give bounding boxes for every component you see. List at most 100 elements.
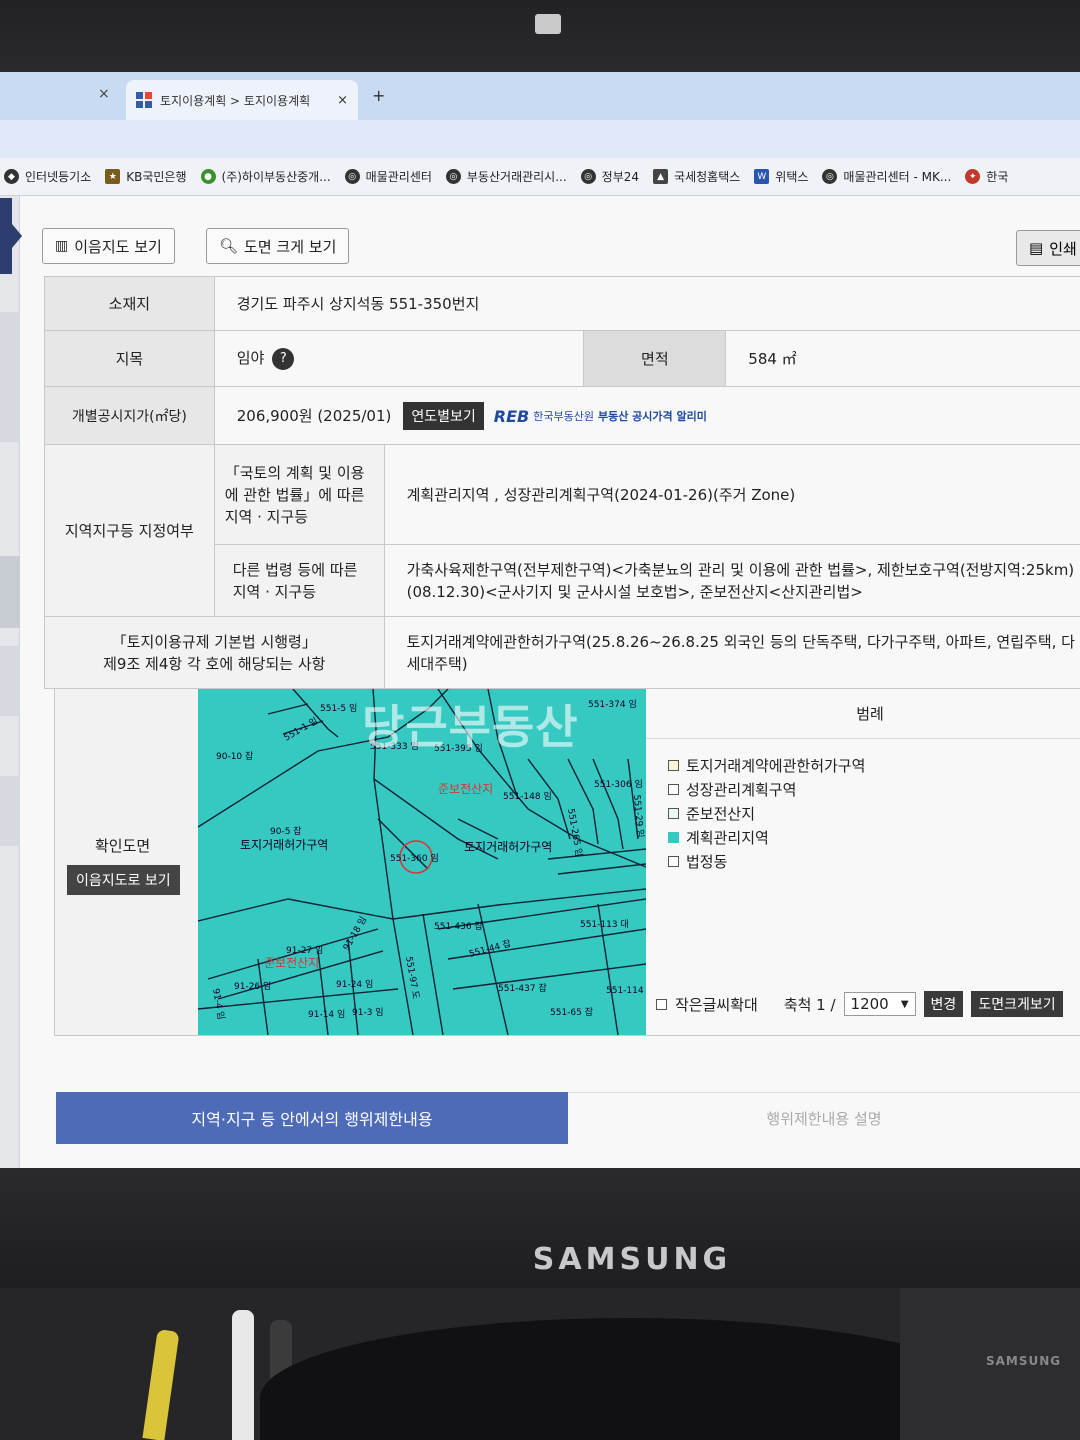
legend-swatch — [668, 831, 679, 843]
small-text-zoom-checkbox[interactable] — [656, 998, 667, 1010]
svg-text:90-10 잡: 90-10 잡 — [216, 750, 253, 762]
svg-text:551-5 임: 551-5 임 — [320, 702, 357, 714]
help-icon[interactable]: ? — [272, 347, 295, 370]
monitor-box: SAMSUNG — [900, 1288, 1080, 1440]
site-favicon-icon — [136, 92, 152, 108]
box-brand-logo: SAMSUNG — [986, 1354, 1062, 1368]
reb-service: 부동산 공시가격 알리미 — [597, 410, 707, 423]
map-reserve-label: 준보전산지 — [438, 782, 493, 796]
other-law-label: 다른 법령 등에 따른 지역 · 지구등 — [213, 544, 385, 617]
photo-frame: × 토지이용계획 > 토지이용계획 × + ◆ 인터넷등기소 ★ KB국민은행 ●(… — [0, 0, 1080, 1440]
scale-change-button[interactable]: 변경 — [923, 991, 964, 1017]
legend-item: 준보전산지 — [668, 801, 865, 825]
previous-tab-close-icon[interactable]: × — [98, 86, 110, 102]
price-value: 206,900원 (2025/01) — [236, 406, 392, 425]
svg-text:91-27 임: 91-27 임 — [286, 944, 323, 956]
globe-icon: ◎ — [822, 169, 838, 184]
map-zone-label: 토지거래허가구역 — [240, 838, 328, 852]
address-bar[interactable] — [0, 120, 1080, 158]
bookmark-item[interactable]: ◎ 정부24 — [580, 168, 639, 185]
bookmark-item[interactable]: ◆ 인터넷등기소 — [4, 168, 91, 185]
bookmark-item[interactable]: ✦ 한국 — [965, 168, 1008, 185]
reb-price-link[interactable]: REB 한국부동산원 부동산 공시가격 알리미 — [494, 407, 707, 426]
map-reserve-label: 준보전산지 — [264, 956, 319, 970]
bookmark-favicon-icon: ✦ — [965, 169, 981, 184]
desk-background: SAMSUNG — [0, 1288, 1080, 1440]
land-map-view-button[interactable]: ▥ 이음지도 보기 — [42, 228, 175, 264]
enforcement-label-1: 「토지이용규제 기본법 시행령」 — [111, 632, 317, 651]
bookmark-favicon-icon: ● — [200, 169, 216, 184]
legend-list: 토지거래계약에관한허가구역 성장관리계획구역 준보전산지 계획관리지역 법정동 — [668, 753, 865, 873]
national-law-value: 계획관리지역 , 성장관리계획구역(2024-01-26)(주거 Zone) — [383, 444, 1080, 545]
svg-text:551-114 대: 551-114 대 — [606, 985, 646, 996]
svg-text:551-360 임: 551-360 임 — [390, 852, 439, 864]
legend-item: 법정동 — [668, 849, 865, 873]
cadastral-map[interactable]: 551-5 임 551-1 임 90-10 잡 551-333 임 551-39… — [198, 689, 646, 1035]
bookmark-item[interactable]: ◎ 부동산거래관리시... — [445, 168, 567, 185]
map-label-cell: 확인도면 이음지도로 보기 — [54, 689, 198, 1035]
enforcement-value: 토지거래계약에관한허가구역(25.8.26~26.8.25 외국인 등의 단독주… — [383, 616, 1080, 689]
yearly-view-button[interactable]: 연도별보기 — [403, 401, 484, 430]
svg-text:91-24 임: 91-24 임 — [336, 978, 373, 990]
legend-item: 계획관리지역 — [668, 825, 865, 849]
view-in-land-map-button[interactable]: 이음지도로 보기 — [67, 865, 180, 895]
map-section-label: 확인도면 — [95, 837, 151, 855]
bookmark-item[interactable]: ▲ 국세청홈택스 — [653, 168, 740, 185]
magnifier-icon: 🔍︎ — [219, 237, 239, 255]
printer-icon: ▤ — [1029, 239, 1044, 257]
map-icon: ▥ — [55, 238, 69, 254]
bookmark-item[interactable]: ★ KB국민은행 — [105, 168, 187, 185]
svg-text:91-26 임: 91-26 임 — [234, 980, 271, 992]
map-legend: 범례 토지거래계약에관한허가구역 성장관리계획구역 준보전산지 계획관리지역 법… — [646, 689, 1080, 1035]
tab-title: 토지이용계획 > 토지이용계획 — [160, 93, 311, 108]
category-row: 지목 임야? 면적 584 ㎡ — [44, 330, 1080, 387]
legend-swatch — [668, 807, 679, 819]
scale-label: 축척 1 / — [783, 995, 836, 1014]
page-content: ▥ 이음지도 보기 🔍︎ 도면 크게 보기 ▤ 인쇄 소재지 경기도 파주시 상… — [0, 196, 1080, 1168]
price-row: 개별공시지가(㎡당) 206,900원 (2025/01) 연도별보기 REB 한국부… — [44, 386, 1080, 445]
reb-org: 한국부동산원 — [533, 410, 594, 423]
globe-icon: ◎ — [445, 169, 461, 184]
svg-text:91-14 임: 91-14 임 — [308, 1008, 345, 1020]
legend-swatch — [668, 783, 679, 795]
map-controls: 작은글씨확대 축척 1 / 1200 ▼ 변경 도면크게보기 — [656, 991, 1063, 1017]
svg-text:551-29 임: 551-29 임 — [631, 794, 646, 838]
side-panel-toggle-icon[interactable] — [0, 198, 22, 274]
svg-text:91-4 임: 91-4 임 — [210, 987, 227, 1020]
globe-icon: ◎ — [580, 169, 596, 184]
new-tab-button[interactable]: + — [372, 86, 385, 105]
legend-swatch — [668, 855, 679, 867]
bookmark-item[interactable]: ● (주)하이부동산중개... — [200, 168, 331, 185]
tab-restriction-content[interactable]: 지역·지구 등 안에서의 행위제한내용 — [56, 1092, 568, 1144]
svg-text:551-306 임: 551-306 임 — [594, 778, 643, 790]
monitor-top-bezel — [0, 0, 1080, 72]
bookmark-item[interactable]: ◎ 매물관리센터 - MK... — [822, 168, 951, 185]
confirm-map-section: 확인도면 이음지도로 보기 551-5 임 551-1 임 90-10 잡 55… — [54, 688, 1080, 1036]
enforcement-row: 「토지이용규제 기본법 시행령」 제9조 제4항 각 호에 해당되는 사항 토지거… — [44, 616, 1080, 689]
legend-item: 성장관리계획구역 — [668, 777, 865, 801]
map-zoom-button[interactable]: 도면크게보기 — [971, 991, 1063, 1017]
svg-text:551-65 잡: 551-65 잡 — [550, 1006, 593, 1018]
price-label: 개별공시지가(㎡당) — [44, 386, 215, 445]
chevron-down-icon: ▼ — [900, 998, 909, 1010]
svg-text:551-437 잡: 551-437 잡 — [498, 982, 547, 994]
browser-tab-bar: × 토지이용계획 > 토지이용계획 × + — [0, 72, 1080, 120]
print-button[interactable]: ▤ 인쇄 — [1016, 230, 1080, 266]
tab-restriction-explanation[interactable]: 행위제한내용 설명 — [568, 1092, 1080, 1144]
bookmark-item[interactable]: ◎ 매물관리센터 — [344, 168, 432, 185]
svg-text:551-436 잡: 551-436 잡 — [434, 920, 483, 932]
monitor-brand-logo: SAMSUNG — [532, 1242, 732, 1277]
national-law-row: 지역지구등 지정여부 「국토의 계획 및 이용에 관한 법률」에 따른 지역 ·… — [44, 444, 1080, 617]
pen — [142, 1329, 180, 1440]
zoom-map-button[interactable]: 🔍︎ 도면 크게 보기 — [206, 228, 350, 264]
monitor-stand — [260, 1318, 1000, 1440]
location-value: 경기도 파주시 상지석동 551-350번지 — [213, 276, 1080, 331]
scale-select[interactable]: 1200 ▼ — [843, 992, 916, 1016]
legend-title: 범례 — [646, 689, 1080, 739]
webcam — [535, 14, 561, 34]
tab-close-icon[interactable]: × — [337, 93, 348, 108]
browser-tab-active[interactable]: 토지이용계획 > 토지이용계획 × — [126, 80, 358, 120]
bookmark-item[interactable]: W 위택스 — [754, 168, 808, 185]
side-panel-collapsed — [0, 196, 22, 1168]
other-law-value: 가축사육제한구역(전부제한구역)<가축분뇨의 관리 및 이용에 관한 법률>, … — [383, 544, 1080, 617]
